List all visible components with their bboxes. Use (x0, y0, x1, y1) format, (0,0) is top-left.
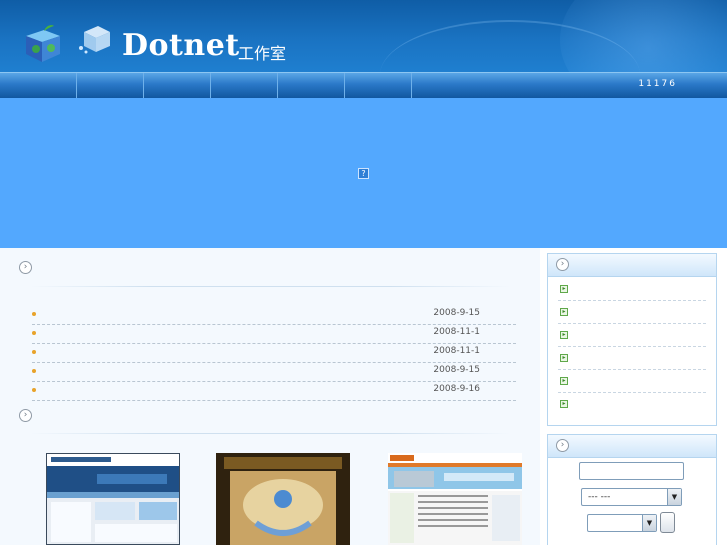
news-date: 2008-11-1 (433, 346, 480, 356)
green-arrow-icon: ▸ (560, 400, 568, 408)
chevron-right-circle-icon: › (19, 409, 32, 422)
bullet-icon (32, 369, 36, 373)
chevron-right-circle-icon: › (19, 261, 32, 274)
chevron-down-icon: ▼ (642, 515, 656, 531)
sidebar-links-header: › (548, 254, 716, 277)
sidebar-links-box: › ▸ ▸ ▸ ▸ ▸ ▸ (547, 253, 717, 426)
site-header: Dotnet 工作室 (0, 0, 727, 72)
nav-item-3[interactable] (144, 73, 211, 98)
list-item[interactable]: 2008-9-15 (32, 306, 516, 325)
globe-cube-icon (26, 25, 60, 62)
sidebar-link[interactable]: ▸ (558, 347, 706, 370)
missing-plugin-icon[interactable]: ? (358, 168, 369, 179)
nav-item-6[interactable] (345, 73, 412, 98)
website-screenshot-1[interactable] (46, 453, 180, 545)
ice-cube-icon (79, 26, 110, 54)
bullet-icon (32, 388, 36, 392)
chevron-down-icon: ▼ (667, 489, 681, 505)
category-select[interactable]: --- --- ▼ (581, 488, 682, 506)
logo-subtitle: 工作室 (238, 44, 287, 63)
green-arrow-icon: ▸ (560, 354, 568, 362)
green-arrow-icon: ▸ (560, 308, 568, 316)
news-date: 2008-9-16 (433, 384, 480, 394)
bullet-icon (32, 331, 36, 335)
category-select-value: --- --- (588, 492, 611, 502)
nav-item-5[interactable] (278, 73, 345, 98)
section-divider (30, 433, 510, 434)
news-date: 2008-9-15 (433, 308, 480, 318)
green-arrow-icon: ▸ (560, 331, 568, 339)
nav-item-1[interactable] (10, 73, 77, 98)
list-item[interactable]: 2008-11-1 (32, 325, 516, 344)
website-screenshot-2[interactable] (216, 453, 350, 545)
main-nav: 11176 (0, 72, 727, 98)
news-date: 2008-9-15 (433, 365, 480, 375)
list-item[interactable]: 2008-9-16 (32, 382, 516, 401)
sidebar-link[interactable]: ▸ (558, 393, 706, 416)
sidebar-link[interactable]: ▸ (558, 301, 706, 324)
sidebar-link[interactable]: ▸ (558, 324, 706, 347)
list-item[interactable]: 2008-11-1 (32, 344, 516, 363)
visitor-counter: 11176 (638, 79, 677, 89)
section-divider (30, 286, 510, 287)
type-select[interactable]: ▼ (587, 514, 657, 532)
search-keyword-input[interactable] (579, 462, 684, 480)
chevron-right-circle-icon: › (556, 258, 569, 271)
nav-item-2[interactable] (77, 73, 144, 98)
bullet-icon (32, 350, 36, 354)
bullet-icon (32, 312, 36, 316)
green-arrow-icon: ▸ (560, 285, 568, 293)
list-item[interactable]: 2008-9-15 (32, 363, 516, 382)
sidebar-link[interactable]: ▸ (558, 370, 706, 393)
chevron-right-circle-icon: › (556, 439, 569, 452)
nav-item-4[interactable] (211, 73, 278, 98)
news-date: 2008-11-1 (433, 327, 480, 337)
website-screenshot-3[interactable] (388, 453, 522, 545)
logo-title[interactable]: Dotnet (122, 28, 240, 63)
green-arrow-icon: ▸ (560, 377, 568, 385)
search-submit-button[interactable] (660, 512, 675, 533)
sidebar-search-header: › (548, 435, 716, 458)
sidebar-link[interactable]: ▸ (558, 278, 706, 301)
